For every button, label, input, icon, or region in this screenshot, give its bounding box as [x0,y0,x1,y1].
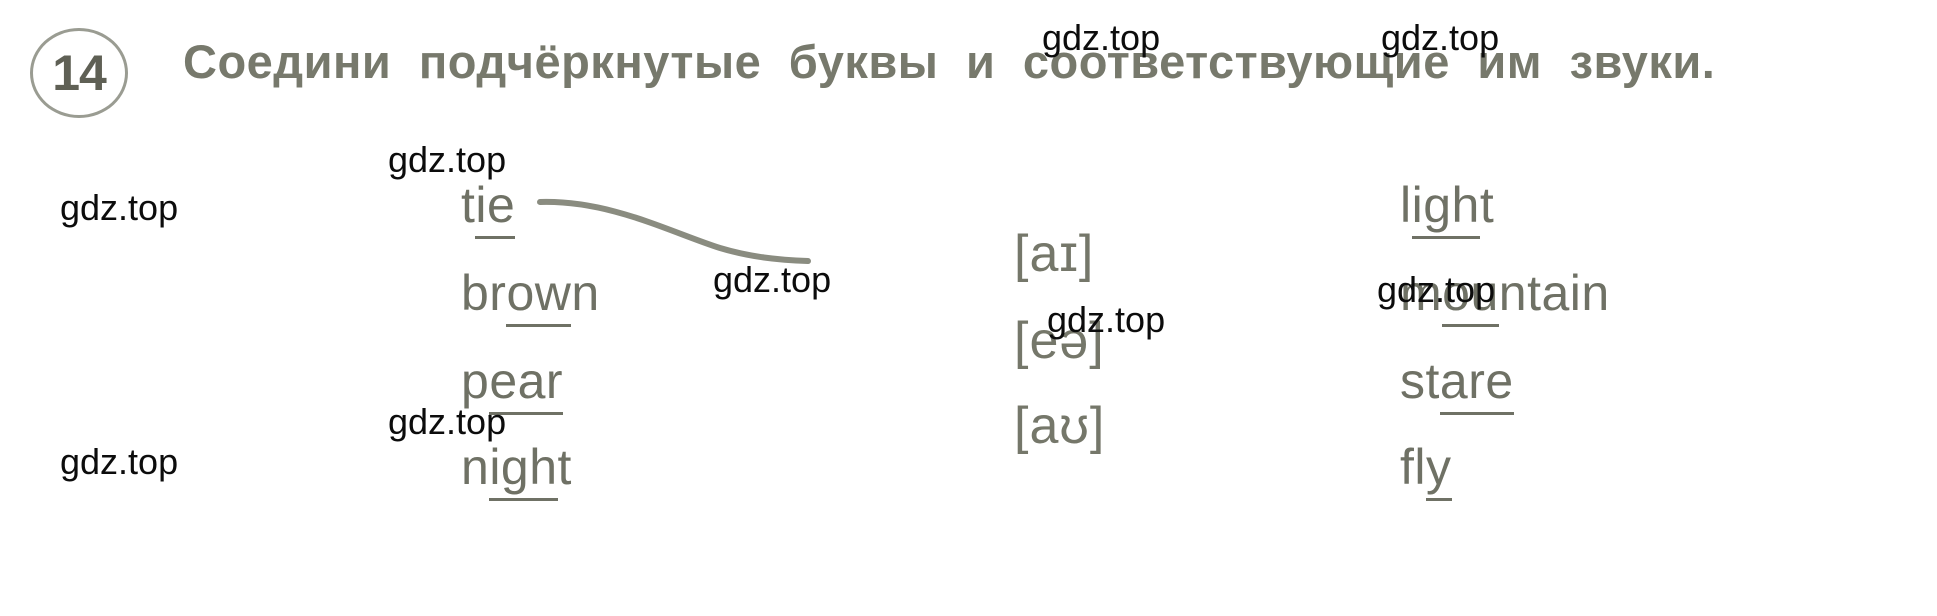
right-word-light[interactable]: light [1400,177,1495,239]
word-underlined: y [1426,439,1452,501]
word-underlined: igh [489,439,558,501]
word-suffix: t [557,439,572,495]
exercise-number-badge: 14 [30,28,128,118]
word-prefix: t [461,177,476,233]
left-word-brown[interactable]: brown [461,265,600,327]
sound-ai[interactable]: [aɪ] [1014,228,1094,280]
word-suffix: ntain [1498,265,1610,321]
worksheet-page: 14 Соедини подчёркнутые буквы и соответс… [0,0,1937,616]
word-prefix: l [1400,177,1412,233]
word-underlined: ow [506,265,572,327]
word-prefix: n [461,439,490,495]
exercise-number: 14 [52,45,107,101]
sound-au[interactable]: [aʊ] [1014,400,1105,452]
word-prefix: fl [1400,439,1426,495]
left-word-pear[interactable]: pear [461,353,564,415]
right-word-stare[interactable]: stare [1400,353,1514,415]
left-word-tie[interactable]: tie [461,177,516,239]
watermark: gdz.top [1377,269,1496,310]
watermark: gdz.top [60,187,179,228]
watermark: gdz.top [1381,17,1500,58]
word-suffix: n [571,265,600,321]
word-underlined: ie [475,177,516,239]
word-underlined: igh [1411,177,1480,239]
watermark: gdz.top [388,139,507,180]
word-prefix: br [461,265,507,321]
watermark: gdz.top [713,259,832,300]
word-prefix: st [1400,353,1440,409]
watermark: gdz.top [60,441,179,482]
word-underlined: are [1439,353,1514,415]
watermark: gdz.top [1042,17,1161,58]
watermark: gdz.top [1047,299,1166,340]
word-suffix: t [1479,177,1495,233]
right-word-fly[interactable]: fly [1400,439,1452,501]
left-word-night[interactable]: night [461,439,572,501]
watermark: gdz.top [388,401,507,442]
